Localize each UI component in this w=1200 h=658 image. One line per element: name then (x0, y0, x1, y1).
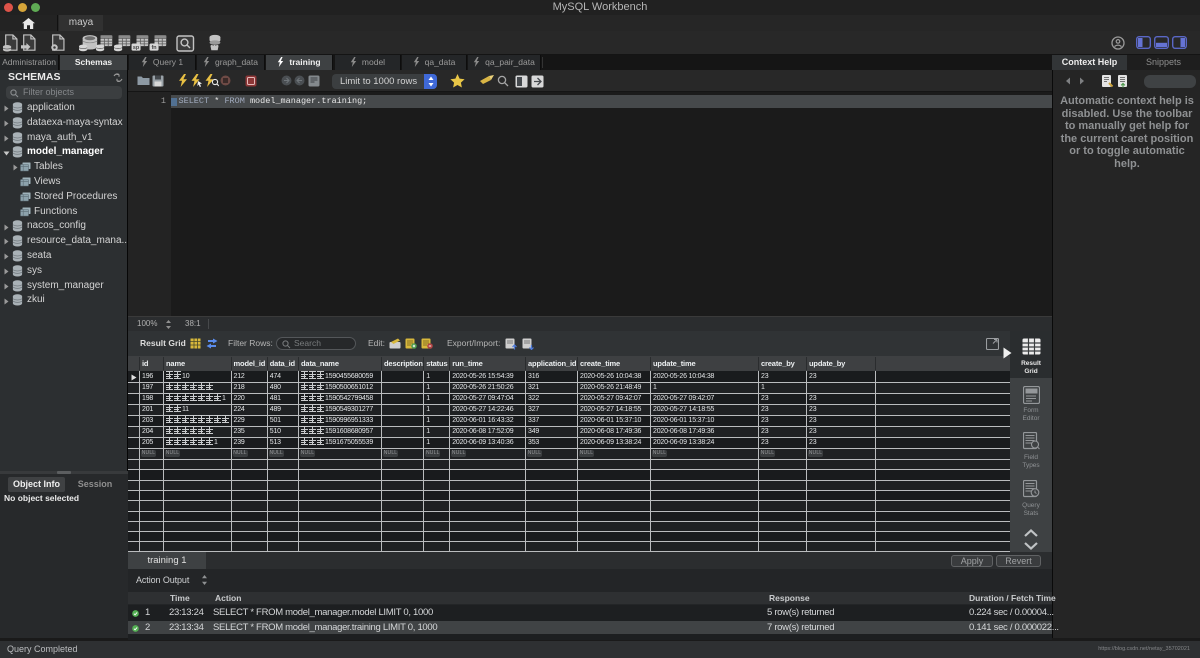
svg-text:fn: fn (152, 45, 157, 51)
svg-text:sp: sp (133, 45, 140, 51)
